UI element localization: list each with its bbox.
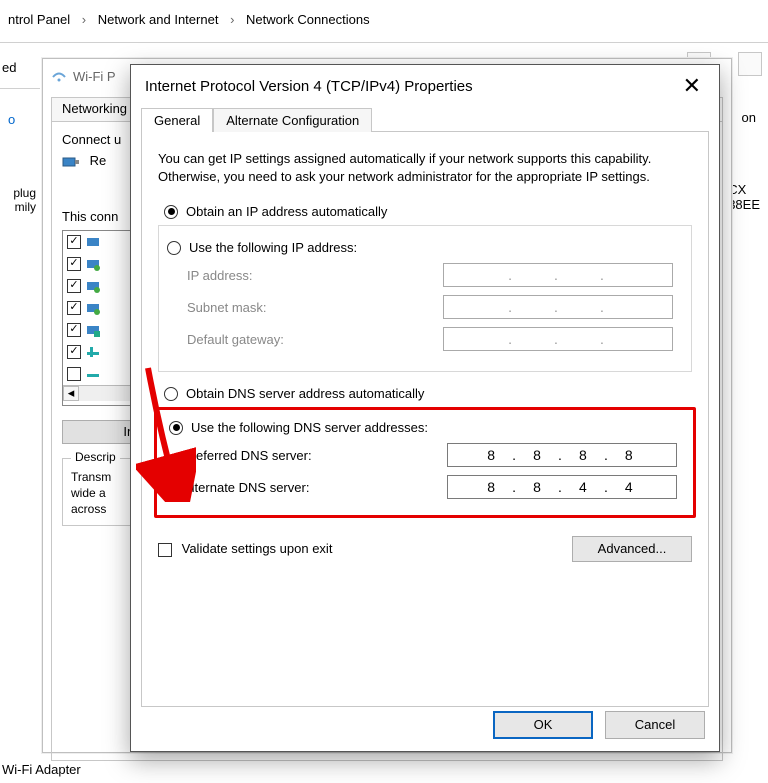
ipv4-properties-dialog: Internet Protocol Version 4 (TCP/IPv4) P… — [130, 64, 720, 752]
radio-use-dns[interactable]: Use the following DNS server addresses: — [169, 420, 683, 435]
advanced-button[interactable]: Advanced... — [572, 536, 692, 562]
wifi-icon — [51, 68, 67, 84]
protocol-icon — [85, 322, 101, 338]
breadcrumb-seg[interactable]: Network Connections — [246, 12, 370, 27]
radio-label: Use the following IP address: — [189, 240, 357, 255]
protocol-icon — [85, 366, 101, 382]
partial-text: on — [742, 110, 756, 125]
partial-text: CX 38EE — [728, 182, 760, 212]
checkbox[interactable] — [67, 235, 81, 249]
scroll-left-icon[interactable]: ◂ — [63, 386, 79, 401]
status-text: Wi-Fi Adapter — [2, 762, 81, 777]
radio-label: Use the following DNS server addresses: — [191, 420, 428, 435]
client-icon — [85, 234, 101, 250]
checkbox-icon — [158, 543, 172, 557]
tab-panel-general: You can get IP settings assigned automat… — [141, 132, 709, 707]
radio-icon — [164, 205, 178, 219]
tab-networking[interactable]: Networking — [52, 98, 138, 121]
radio-label: Obtain an IP address automatically — [186, 204, 387, 219]
default-gateway-input: ... — [443, 327, 673, 351]
subnet-mask-input: ... — [443, 295, 673, 319]
preferred-dns-input[interactable]: 8.8.8.8 — [447, 443, 677, 467]
radio-label: Obtain DNS server address automatically — [186, 386, 424, 401]
breadcrumb-sep: › — [74, 12, 94, 27]
breadcrumb-seg[interactable]: Network and Internet — [98, 12, 219, 27]
alternate-dns-label: Alternate DNS server: — [183, 480, 309, 495]
divider — [0, 88, 40, 89]
service-icon — [85, 300, 101, 316]
dialog-title: Internet Protocol Version 4 (TCP/IPv4) P… — [145, 78, 473, 95]
breadcrumb-seg[interactable]: ntrol Panel — [8, 12, 70, 27]
dns-highlight-annotation: Use the following DNS server addresses: … — [154, 407, 696, 518]
service-icon — [85, 278, 101, 294]
partial-text: ed — [2, 60, 16, 75]
preview-pane-icon[interactable] — [738, 52, 762, 76]
partial-text: plug mily — [0, 186, 36, 214]
radio-icon — [164, 387, 178, 401]
partial-text: o — [8, 112, 15, 127]
ok-button[interactable]: OK — [493, 711, 593, 739]
group-legend: Descrip — [71, 450, 120, 464]
radio-use-ip[interactable]: Use the following IP address: — [167, 240, 679, 255]
checkbox-label: Validate settings upon exit — [182, 541, 333, 556]
preferred-dns-label: Preferred DNS server: — [183, 448, 312, 463]
default-gateway-label: Default gateway: — [187, 332, 284, 347]
ip-address-label: IP address: — [187, 268, 253, 283]
checkbox[interactable] — [67, 345, 81, 359]
ip-address-input: ... — [443, 263, 673, 287]
tabstrip: General Alternate Configuration — [141, 107, 709, 132]
adapter-name: Re — [90, 153, 107, 168]
intro-text: You can get IP settings assigned automat… — [158, 150, 692, 186]
adapter-icon — [62, 155, 80, 169]
cancel-button[interactable]: Cancel — [605, 711, 705, 739]
breadcrumb-sep: › — [222, 12, 242, 27]
checkbox[interactable] — [67, 257, 81, 271]
checkbox[interactable] — [67, 367, 81, 381]
checkbox[interactable] — [67, 279, 81, 293]
radio-obtain-ip-auto[interactable]: Obtain an IP address automatically — [164, 204, 692, 219]
alternate-dns-input[interactable]: 8.8.4.4 — [447, 475, 677, 499]
validate-settings-checkbox[interactable]: Validate settings upon exit — [158, 541, 332, 557]
checkbox[interactable] — [67, 323, 81, 337]
breadcrumb[interactable]: ntrol Panel › Network and Internet › Net… — [0, 6, 378, 33]
window-title: Wi-Fi P — [73, 69, 116, 84]
ip-address-group: Use the following IP address: IP address… — [158, 225, 692, 372]
subnet-mask-label: Subnet mask: — [187, 300, 267, 315]
close-icon: ✕ — [683, 73, 701, 98]
service-icon — [85, 256, 101, 272]
radio-icon — [167, 241, 181, 255]
dialog-titlebar[interactable]: Internet Protocol Version 4 (TCP/IPv4) P… — [131, 65, 719, 107]
divider — [0, 42, 768, 43]
checkbox[interactable] — [67, 301, 81, 315]
tab-general[interactable]: General — [141, 108, 213, 132]
close-button[interactable]: ✕ — [677, 75, 707, 97]
radio-obtain-dns-auto[interactable]: Obtain DNS server address automatically — [164, 386, 692, 401]
radio-icon — [169, 421, 183, 435]
protocol-icon — [85, 344, 101, 360]
tab-alternate-configuration[interactable]: Alternate Configuration — [213, 108, 372, 132]
